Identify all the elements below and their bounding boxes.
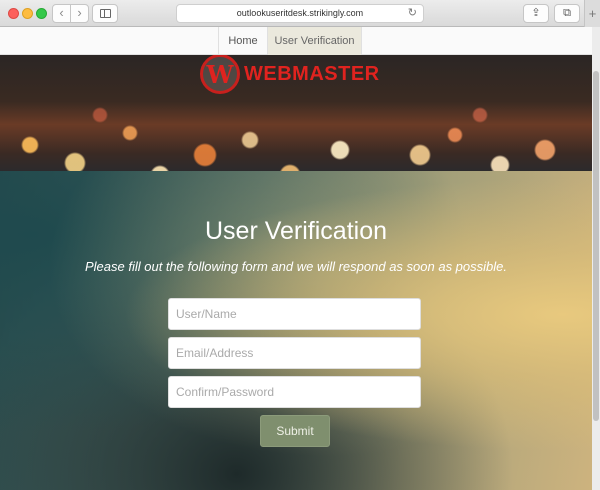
nav-item-home[interactable]: Home [218,27,267,55]
submit-button[interactable]: Submit [260,415,330,447]
forward-button[interactable]: › [70,4,89,23]
reload-icon[interactable]: ↻ [408,5,417,22]
url-text: outlookuseritdesk.strikingly.com [236,8,364,18]
zoom-window-button[interactable] [36,8,47,19]
username-input[interactable] [168,298,421,330]
share-icon: ⇪ [531,7,541,19]
email-input[interactable] [168,337,421,369]
sidebar-icon [100,9,111,18]
share-button[interactable]: ⇪ [523,4,549,23]
verification-section: User Verification Please fill out the fo… [0,171,592,490]
close-window-button[interactable] [8,8,19,19]
site-logo[interactable]: W WEBMASTER [200,55,380,94]
sidebar-toggle-button[interactable] [92,4,118,23]
chevron-left-icon: ‹ [59,5,64,20]
browser-toolbar: ‹ › outlookuseritdesk.strikingly.com ↻ ⇪… [0,0,600,27]
chevron-right-icon: › [77,5,82,20]
page-subtitle: Please fill out the following form and w… [84,259,507,274]
site-navigation: Home User Verification [0,27,592,55]
logo-text: WEBMASTER [244,62,380,85]
nav-item-user-verification[interactable]: User Verification [267,27,362,55]
back-button[interactable]: ‹ [52,4,71,23]
password-input[interactable] [168,376,421,408]
new-tab-button[interactable]: + [584,0,600,27]
page-title: User Verification [204,217,388,245]
header-banner: W WEBMASTER [0,55,592,171]
minimize-window-button[interactable] [22,8,33,19]
show-tabs-button[interactable]: ⧉ [554,4,580,23]
tabs-icon: ⧉ [563,7,571,19]
address-bar[interactable]: outlookuseritdesk.strikingly.com ↻ [176,4,424,23]
scrollbar-thumb[interactable] [593,71,599,421]
logo-mark-icon: W [200,55,240,94]
page-scrollbar[interactable] [592,27,600,490]
